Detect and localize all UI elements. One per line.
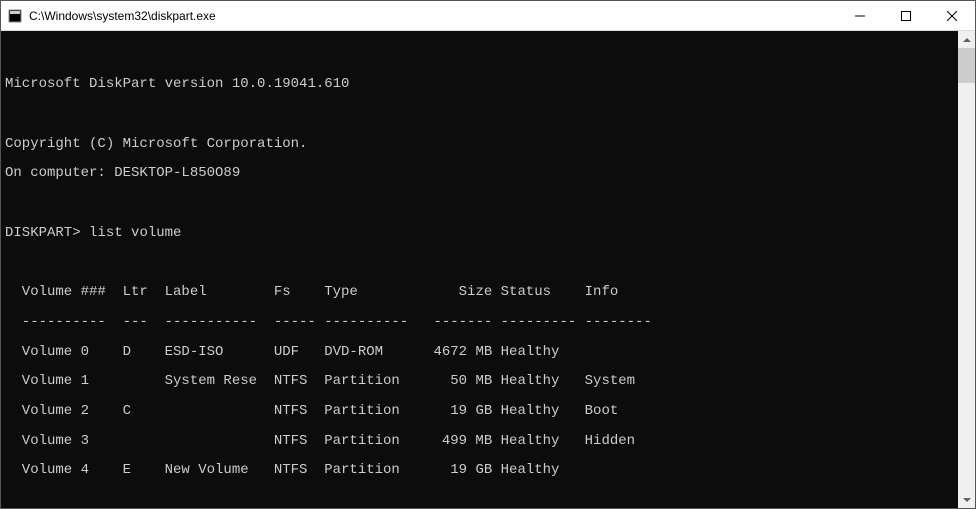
close-button[interactable] bbox=[929, 1, 975, 30]
prompt-list: DISKPART> list volume bbox=[5, 226, 954, 241]
window-title: C:\Windows\system32\diskpart.exe bbox=[29, 9, 837, 23]
scroll-up-button[interactable] bbox=[958, 31, 975, 48]
table-row: Volume 0DESD-ISOUDFDVD-ROM4672 MBHealthy bbox=[5, 345, 954, 360]
app-window: C:\Windows\system32\diskpart.exe Microso… bbox=[0, 0, 976, 509]
maximize-button[interactable] bbox=[883, 1, 929, 30]
chevron-down-icon bbox=[963, 498, 971, 502]
computer-line: On computer: DESKTOP-L850O89 bbox=[5, 166, 954, 181]
copyright-line: Copyright (C) Microsoft Corporation. bbox=[5, 137, 954, 152]
version-line: Microsoft DiskPart version 10.0.19041.61… bbox=[5, 77, 954, 92]
terminal-output[interactable]: Microsoft DiskPart version 10.0.19041.61… bbox=[1, 31, 958, 508]
table-row: Volume 3NTFSPartition499 MBHealthyHidden bbox=[5, 434, 954, 449]
table-divider: ----------------------------------------… bbox=[5, 315, 954, 330]
scroll-down-button[interactable] bbox=[958, 491, 975, 508]
close-icon bbox=[947, 11, 957, 21]
scroll-track[interactable] bbox=[958, 48, 975, 491]
chevron-up-icon bbox=[963, 38, 971, 42]
table-row: Volume 4ENew VolumeNTFSPartition19 GBHea… bbox=[5, 463, 954, 478]
content-area: Microsoft DiskPart version 10.0.19041.61… bbox=[1, 31, 975, 508]
window-controls bbox=[837, 1, 975, 30]
scroll-thumb[interactable] bbox=[958, 48, 975, 83]
minimize-button[interactable] bbox=[837, 1, 883, 30]
table-header: Volume ###LtrLabelFsTypeSizeStatusInfo bbox=[5, 285, 954, 300]
vertical-scrollbar[interactable] bbox=[958, 31, 975, 508]
minimize-icon bbox=[855, 11, 865, 21]
app-icon bbox=[7, 8, 23, 24]
maximize-icon bbox=[901, 11, 911, 21]
titlebar[interactable]: C:\Windows\system32\diskpart.exe bbox=[1, 1, 975, 31]
table-row: Volume 1System ReseNTFSPartition50 MBHea… bbox=[5, 374, 954, 389]
table-row: Volume 2CNTFSPartition19 GBHealthyBoot bbox=[5, 404, 954, 419]
